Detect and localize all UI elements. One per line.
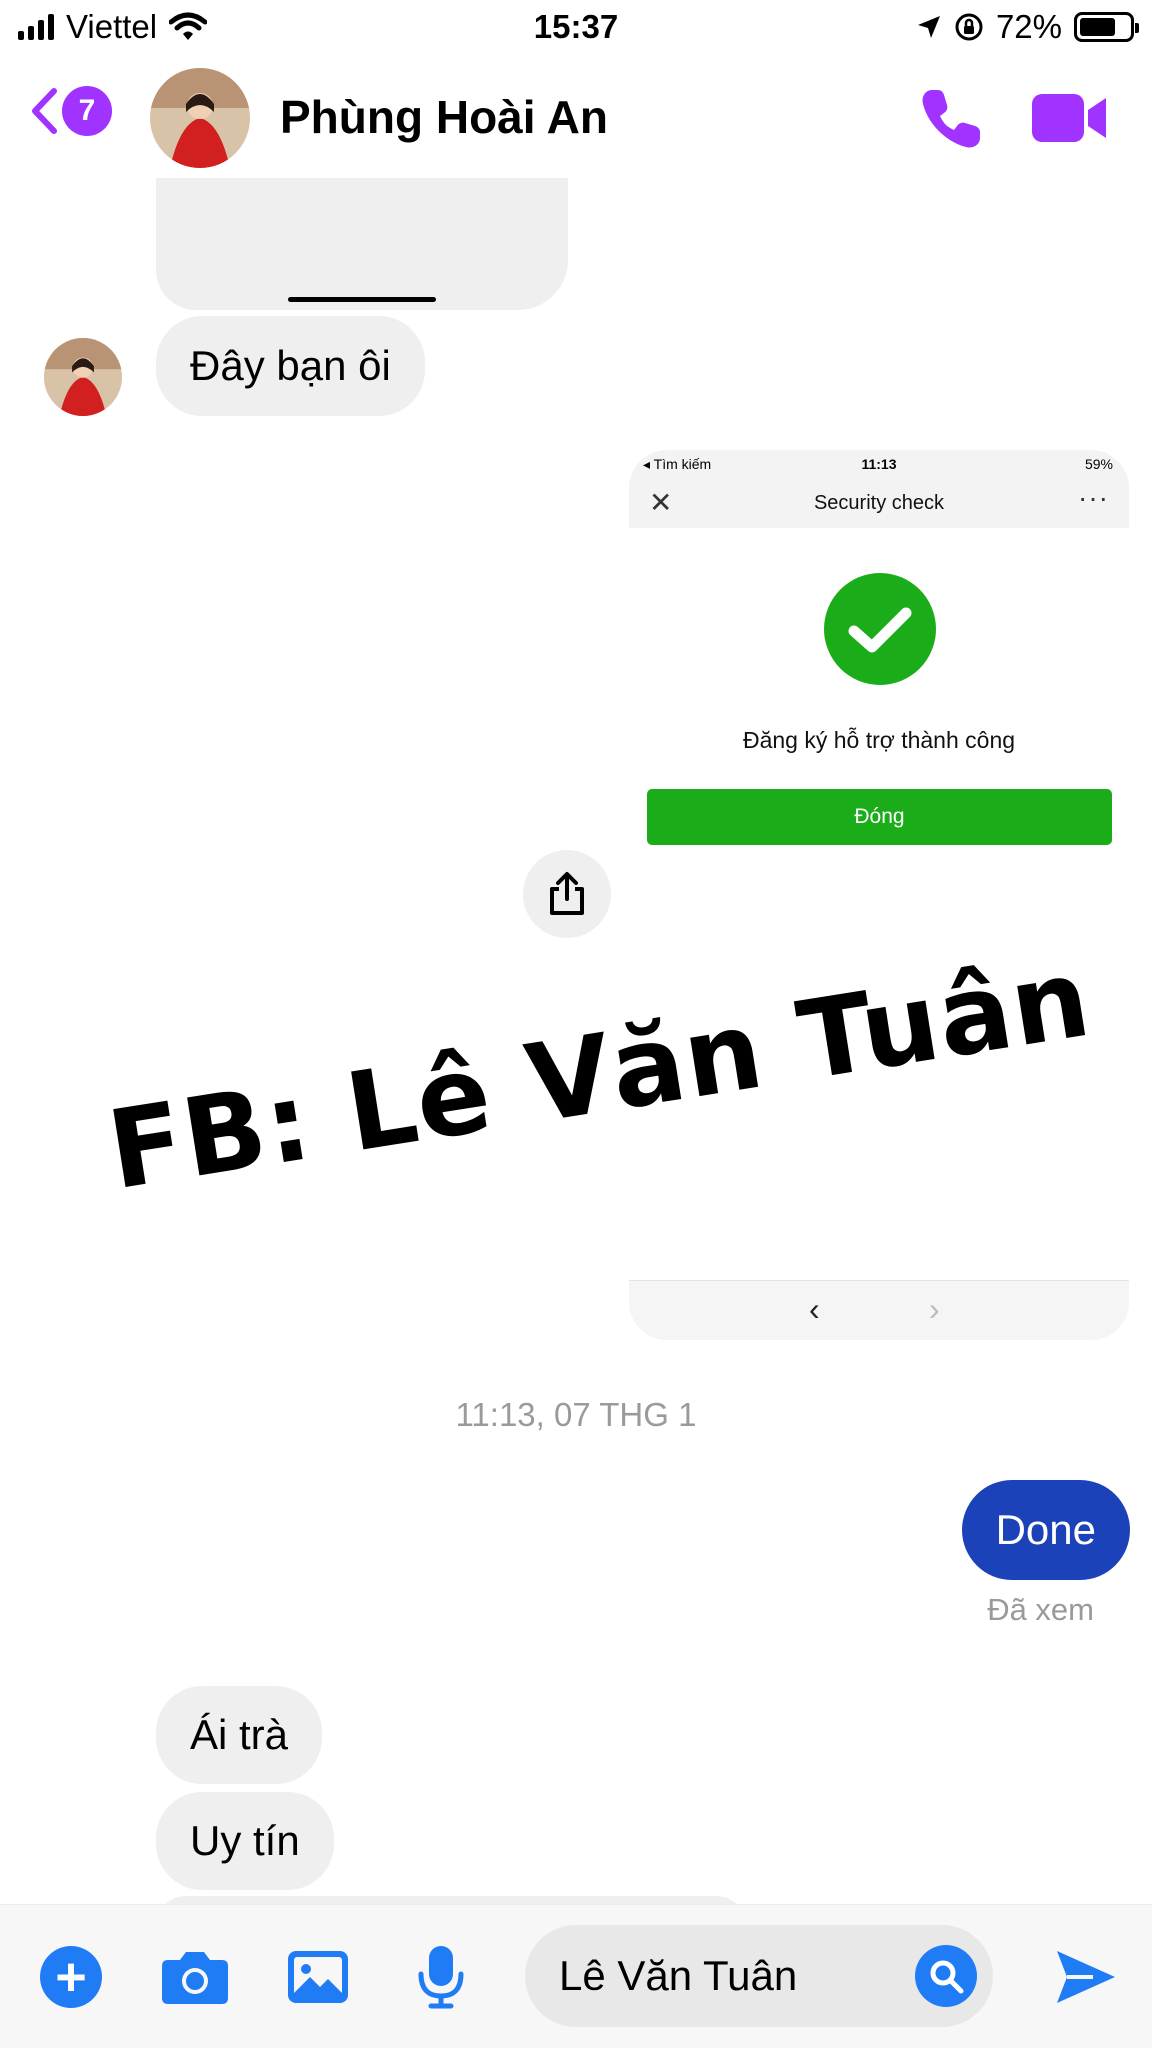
battery-fill bbox=[1080, 18, 1115, 36]
message-timestamp: 11:13, 07 THG 1 bbox=[455, 1396, 697, 1433]
camera-button[interactable] bbox=[160, 1942, 230, 2012]
rotation-lock-icon bbox=[955, 13, 983, 41]
success-message: Đăng ký hỗ trợ thành công bbox=[742, 727, 1016, 753]
screenshot-status-bar: ◂ Tìm kiếm 11:13 59% bbox=[629, 450, 1129, 480]
battery-icon bbox=[1074, 12, 1139, 42]
call-button[interactable] bbox=[918, 86, 984, 152]
back-button[interactable]: 7 bbox=[30, 86, 112, 136]
status-bar: Viettel 15:37 72% bbox=[0, 0, 1152, 58]
message-composer: + Lê Văn Tuân bbox=[0, 1904, 1152, 2048]
gallery-button[interactable] bbox=[283, 1942, 353, 2012]
more-icon: ··· bbox=[1078, 482, 1109, 513]
unread-badge: 7 bbox=[62, 86, 112, 136]
chevron-left-icon: ‹ bbox=[809, 1291, 820, 1327]
search-icon bbox=[930, 1960, 964, 1994]
incoming-message[interactable]: Uy tín bbox=[156, 1792, 334, 1890]
add-button[interactable]: + bbox=[36, 1942, 106, 2012]
send-button[interactable] bbox=[1050, 1942, 1120, 2012]
video-camera-icon bbox=[1032, 94, 1106, 142]
voice-button[interactable] bbox=[406, 1942, 476, 2012]
incoming-message[interactable]: Đây bạn ôi bbox=[156, 316, 425, 416]
screenshot-status-time: 11:13 bbox=[861, 456, 897, 472]
status-bar-right: 72% bbox=[916, 8, 1139, 46]
sender-avatar[interactable] bbox=[44, 338, 122, 416]
seen-status: Đã xem bbox=[987, 1592, 1094, 1627]
share-button[interactable] bbox=[523, 850, 611, 938]
image-icon bbox=[288, 1951, 348, 2003]
battery-percent: 72% bbox=[995, 8, 1062, 45]
success-check-icon bbox=[824, 573, 936, 685]
send-icon bbox=[1057, 1951, 1115, 2003]
plus-icon: + bbox=[40, 1946, 102, 2008]
chevron-left-icon bbox=[32, 88, 57, 134]
chevron-right-icon: › bbox=[929, 1291, 940, 1327]
chat-header: 7 Phùng Hoài An bbox=[0, 58, 1152, 178]
screenshot-bottom-bar: ‹ › bbox=[629, 1280, 1129, 1340]
message-input-text[interactable]: Lê Văn Tuân bbox=[559, 1925, 797, 2027]
screenshot-close-button: Đóng bbox=[647, 789, 1112, 845]
share-icon bbox=[550, 872, 584, 915]
message-input[interactable]: Lê Văn Tuân bbox=[525, 1925, 993, 2027]
previous-media-bubble[interactable] bbox=[156, 178, 568, 310]
phone-icon bbox=[922, 90, 980, 148]
camera-icon bbox=[162, 1952, 228, 2004]
microphone-icon bbox=[418, 1946, 464, 2009]
contact-name[interactable]: Phùng Hoài An bbox=[280, 90, 608, 144]
video-call-button[interactable] bbox=[1030, 90, 1110, 146]
video-scrub-bar bbox=[288, 297, 436, 302]
screenshot-status-battery: 59% bbox=[1084, 456, 1113, 472]
contact-avatar[interactable] bbox=[150, 68, 250, 168]
screenshot-nav-bar: ✕ Security check ··· bbox=[629, 480, 1129, 528]
shared-screenshot-image[interactable]: ◂ Tìm kiếm 11:13 59% ✕ Security check ··… bbox=[629, 450, 1129, 1340]
outgoing-message[interactable]: Done bbox=[961, 1480, 1130, 1580]
screenshot-title: Security check bbox=[813, 492, 945, 514]
search-button[interactable] bbox=[915, 1945, 977, 2007]
location-arrow-icon bbox=[917, 16, 940, 38]
incoming-message[interactable]: Ái trà bbox=[156, 1686, 323, 1784]
